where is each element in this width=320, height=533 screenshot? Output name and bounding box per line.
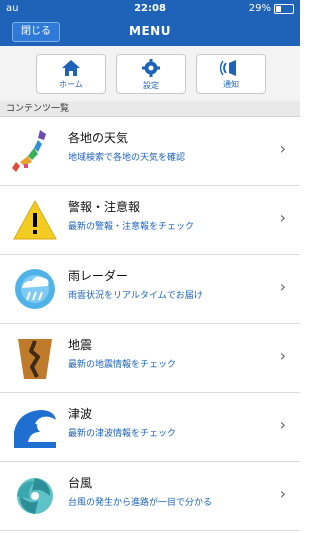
- chevron-right-icon: ›: [279, 346, 286, 365]
- list-item-tsunami[interactable]: 津波 最新の津波情報をチェック ›: [0, 393, 300, 462]
- rain-radar-title: 雨レーダー: [68, 269, 129, 283]
- list-item-rain-radar[interactable]: 雨レーダー 雨雲状況をリアルタイムでお届け ›: [0, 255, 300, 324]
- rain-radar-icon: [15, 269, 55, 309]
- settings-button-label: 設定: [143, 80, 159, 90]
- tsunami-title: 津波: [68, 407, 93, 421]
- list-item-earthquake[interactable]: 地震 最新の地震情報をチェック ›: [0, 324, 300, 393]
- chevron-right-icon: ›: [279, 415, 286, 434]
- weather-desc: 地域検索で各地の天気を確認: [68, 153, 186, 163]
- notification-button-label: 通知: [223, 79, 239, 89]
- typhoon-icon: [17, 478, 53, 514]
- chevron-right-icon: ›: [279, 139, 286, 158]
- status-bar: au 22:08 29%: [0, 0, 300, 18]
- notification-button[interactable]: 通知: [196, 54, 266, 94]
- rain-radar-desc: 雨雲状況をリアルタイムでお届け: [68, 291, 203, 301]
- list-item-typhoon[interactable]: 台風 台風の発生から進路が一目で分かる ›: [0, 462, 300, 531]
- gear-icon: [142, 58, 160, 77]
- typhoon-title: 台風: [68, 476, 93, 490]
- earthquake-desc: 最新の地震情報をチェック: [68, 360, 177, 370]
- notification-icon: [220, 59, 236, 76]
- section-header: コンテンツ一覧: [0, 101, 300, 117]
- warning-icon: [13, 199, 57, 240]
- chevron-right-icon: ›: [279, 208, 286, 227]
- warnings-desc: 最新の警報・注意報をチェック: [68, 222, 195, 232]
- home-button[interactable]: ホーム: [36, 54, 106, 94]
- tsunami-desc: 最新の津波情報をチェック: [68, 429, 177, 439]
- battery-icon: [274, 3, 294, 14]
- chevron-right-icon: ›: [279, 277, 286, 296]
- weather-title: 各地の天気: [68, 131, 129, 145]
- typhoon-desc: 台風の発生から進路が一目で分かる: [68, 498, 213, 508]
- nav-bar: 閉じる MENU: [0, 18, 300, 46]
- tsunami-icon: [14, 410, 56, 448]
- list-item-warnings[interactable]: 警報・注意報 最新の警報・注意報をチェック ›: [0, 186, 300, 255]
- settings-button[interactable]: 設定: [116, 54, 186, 94]
- earthquake-icon: [18, 339, 52, 379]
- quick-actions: ホーム 設定 通知: [0, 46, 300, 102]
- battery-percent: 29%: [248, 3, 271, 14]
- status-right: 29%: [249, 3, 294, 14]
- page-title: MENU: [129, 24, 171, 38]
- japan-map-icon: [12, 130, 46, 172]
- list-item-weather[interactable]: 各地の天気 地域検索で各地の天気を確認 ›: [0, 117, 300, 186]
- home-button-label: ホーム: [59, 79, 83, 89]
- chevron-right-icon: ›: [279, 484, 286, 503]
- home-icon: [62, 59, 80, 76]
- warnings-title: 警報・注意報: [68, 200, 141, 214]
- content-list: 各地の天気 地域検索で各地の天気を確認 › 警報・注意報 最新の警報・注意報をチ…: [0, 117, 300, 531]
- earthquake-title: 地震: [68, 338, 93, 352]
